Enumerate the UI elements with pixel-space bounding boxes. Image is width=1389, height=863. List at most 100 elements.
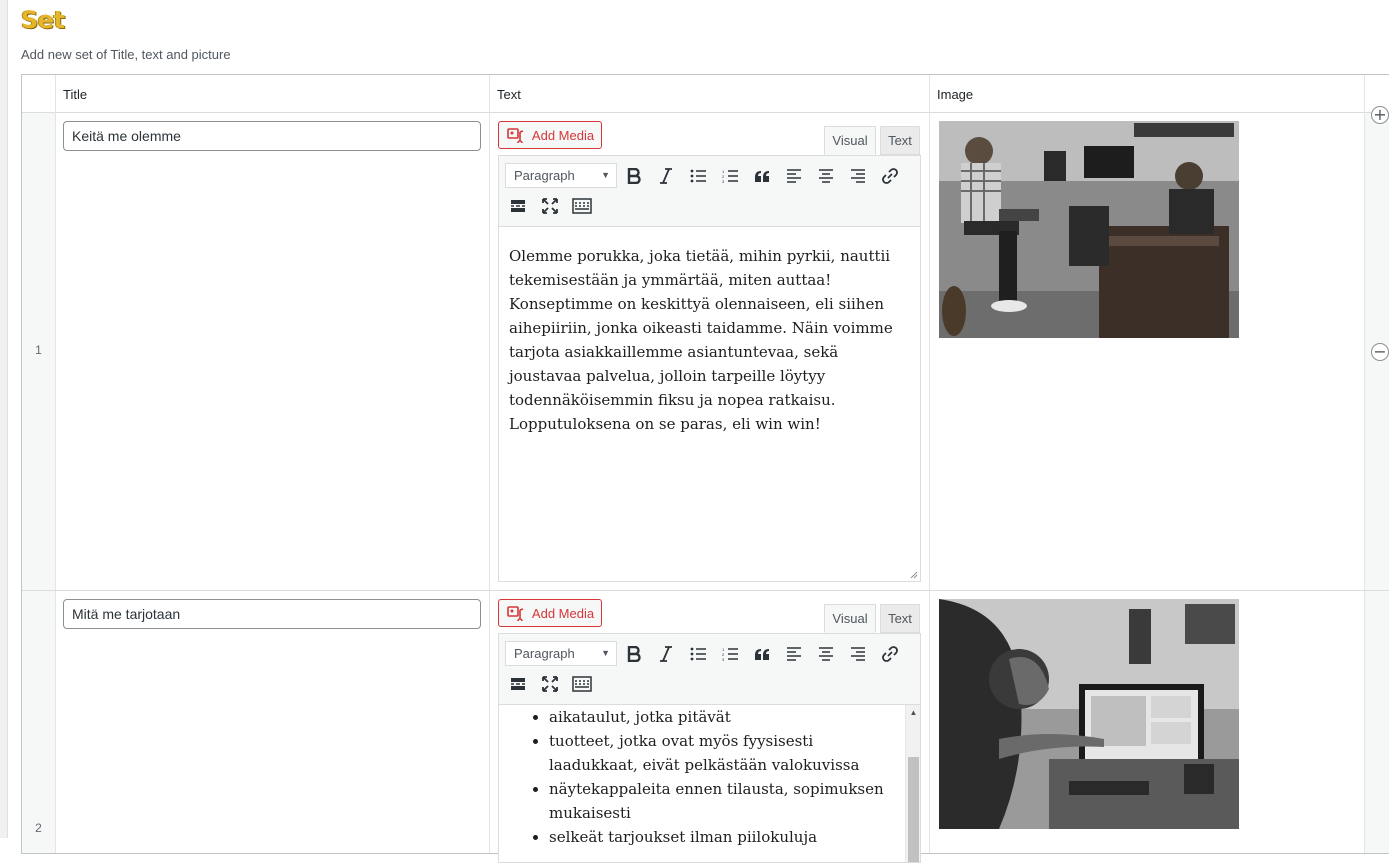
blockquote-button[interactable] (749, 641, 775, 667)
align-center-icon (819, 169, 833, 183)
italic-button[interactable] (653, 163, 679, 189)
tab-text[interactable]: Text (880, 126, 920, 155)
align-right-icon (851, 647, 865, 661)
content-paragraph: Olemme porukka, joka tietää, mihin pyrki… (509, 247, 893, 433)
align-right-icon (851, 169, 865, 183)
admin-sidebar-edge (0, 0, 8, 838)
studio-photo-image (939, 121, 1239, 338)
bulleted-list-icon (690, 169, 706, 183)
column-header-title: Title (63, 87, 88, 102)
bold-icon (627, 646, 641, 662)
scroll-thumb[interactable] (908, 757, 919, 862)
align-center-icon (819, 647, 833, 661)
column-header-image: Image (937, 87, 974, 102)
link-button[interactable] (877, 163, 903, 189)
editor-toolbar: Paragraph ▼ 123 (499, 634, 920, 705)
numbered-list-button[interactable]: 123 (717, 641, 743, 667)
column-header-text: Text (497, 87, 521, 102)
list-item: selkeät tarjoukset ilman piilokuluja (549, 825, 895, 849)
toolbar-toggle-icon (572, 676, 592, 692)
list-item: tuotteet, jotka ovat myös fyysisesti laa… (549, 729, 895, 777)
format-select-value: Paragraph (514, 646, 575, 661)
bold-button[interactable] (621, 641, 647, 667)
bulleted-list-button[interactable] (685, 641, 711, 667)
numbered-list-button[interactable]: 123 (717, 163, 743, 189)
blockquote-button[interactable] (749, 163, 775, 189)
list-item: näytekappaleita ennen tilausta, sopimuks… (549, 777, 895, 825)
image-preview[interactable] (939, 599, 1239, 829)
align-right-button[interactable] (845, 163, 871, 189)
designer-at-monitor-image (939, 599, 1239, 829)
scroll-up-icon[interactable]: ▲ (906, 705, 920, 720)
svg-text:3: 3 (722, 179, 725, 183)
format-select[interactable]: Paragraph ▼ (505, 163, 617, 188)
row-divider (22, 590, 1389, 591)
read-more-button[interactable] (505, 671, 531, 697)
italic-icon (660, 646, 672, 662)
italic-button[interactable] (653, 641, 679, 667)
row-number: 2 (35, 821, 42, 835)
editor-content[interactable]: aikataulut, jotka pitävät tuotteet, jotk… (499, 705, 905, 849)
bold-button[interactable] (621, 163, 647, 189)
fullscreen-button[interactable] (537, 193, 563, 219)
column-divider (489, 75, 490, 853)
bulleted-list-icon (690, 647, 706, 661)
align-center-button[interactable] (813, 641, 839, 667)
tab-visual[interactable]: Visual (824, 126, 876, 155)
read-more-icon (511, 678, 525, 690)
add-media-button[interactable]: Add Media (498, 599, 602, 627)
format-select-value: Paragraph (514, 168, 575, 183)
chevron-down-icon: ▼ (601, 648, 610, 658)
row-number-column (22, 113, 55, 853)
column-divider (55, 75, 56, 853)
blockquote-icon (755, 649, 769, 660)
format-select[interactable]: Paragraph ▼ (505, 641, 617, 666)
toolbar-toggle-button[interactable] (569, 193, 595, 219)
align-left-icon (787, 169, 801, 183)
read-more-button[interactable] (505, 193, 531, 219)
title-input[interactable] (63, 599, 481, 629)
remove-row-icon[interactable]: − (1371, 343, 1389, 361)
editor-content[interactable]: Olemme porukka, joka tietää, mihin pyrki… (499, 244, 920, 436)
editor-scrollbar[interactable]: ▲ (905, 705, 920, 862)
align-right-button[interactable] (845, 641, 871, 667)
align-left-icon (787, 647, 801, 661)
link-icon (882, 646, 898, 662)
section-description: Add new set of Title, text and picture (21, 47, 231, 62)
blockquote-icon (755, 171, 769, 182)
numbered-list-icon: 123 (722, 169, 738, 183)
read-more-icon (511, 200, 525, 212)
content-bullet-list: aikataulut, jotka pitävät tuotteet, jotk… (509, 705, 895, 849)
fullscreen-icon (542, 198, 558, 214)
bulleted-list-button[interactable] (685, 163, 711, 189)
add-media-button[interactable]: Add Media (498, 121, 602, 149)
image-preview[interactable] (939, 121, 1239, 338)
title-input[interactable] (63, 121, 481, 151)
table-header: Title Text Image (22, 75, 1389, 113)
section-title: Set (21, 6, 65, 34)
align-center-button[interactable] (813, 163, 839, 189)
numbered-list-icon: 123 (722, 647, 738, 661)
link-button[interactable] (877, 641, 903, 667)
chevron-down-icon: ▼ (601, 170, 610, 180)
bold-icon (627, 168, 641, 184)
wysiwyg-editor: Paragraph ▼ 123 Olemme porukka, joka tie… (498, 155, 921, 582)
row-number: 1 (35, 343, 42, 357)
row-actions-column (1364, 113, 1389, 853)
italic-icon (660, 168, 672, 184)
svg-text:3: 3 (722, 657, 725, 661)
wysiwyg-editor: Paragraph ▼ 123 aikataulut, jotka pitävä… (498, 633, 921, 863)
add-media-icon (507, 606, 524, 621)
tab-visual[interactable]: Visual (824, 604, 876, 633)
add-media-label: Add Media (531, 128, 595, 143)
add-row-icon[interactable]: + (1371, 106, 1389, 124)
column-divider (1364, 75, 1365, 853)
tab-text[interactable]: Text (880, 604, 920, 633)
fullscreen-button[interactable] (537, 671, 563, 697)
editor-toolbar: Paragraph ▼ 123 (499, 156, 920, 227)
toolbar-toggle-button[interactable] (569, 671, 595, 697)
resize-handle-icon[interactable] (908, 569, 918, 579)
align-left-button[interactable] (781, 163, 807, 189)
add-media-label: Add Media (531, 606, 595, 621)
align-left-button[interactable] (781, 641, 807, 667)
